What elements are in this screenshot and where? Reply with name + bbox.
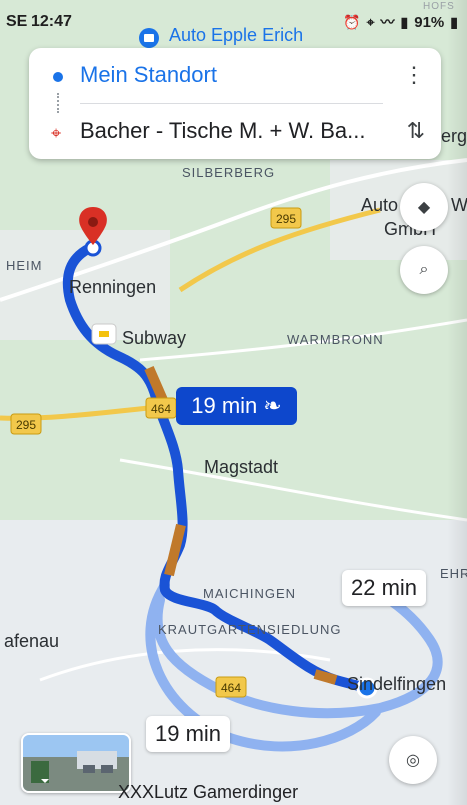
- road-label: 295: [276, 212, 296, 226]
- screen-edge: [447, 0, 467, 805]
- main-route-time: 19 min: [191, 393, 258, 418]
- place-label-subway[interactable]: Subway: [122, 328, 186, 348]
- wifi-icon: 〰: [380, 14, 395, 30]
- place-label-renningen: Renningen: [69, 277, 156, 297]
- layers-icon: ◆: [417, 199, 431, 216]
- subway-logo-icon: [99, 331, 109, 337]
- alarm-icon: ⏰: [343, 13, 361, 30]
- destination-pin-icon: ⌖: [51, 123, 62, 143]
- directions-card[interactable]: Mein Standort ⌖ Bacher - Tische M. + W. …: [29, 48, 441, 159]
- connector-dots: [57, 93, 61, 113]
- location-status-icon: ⌖: [366, 13, 375, 30]
- status-icons: ⏰ ⌖ 〰 ▮ 91% ▮: [343, 12, 458, 32]
- place-label-magstadt: Magstadt: [204, 457, 278, 477]
- divider: [80, 103, 383, 104]
- battery-text: 91%: [414, 13, 445, 31]
- road-label: 295: [16, 418, 36, 432]
- bottom-place-label: XXXLutz Gamerdinger: [118, 782, 299, 802]
- street-view-thumbnail[interactable]: [21, 733, 131, 793]
- destination-input[interactable]: Bacher - Tische M. + W. Ba...: [80, 118, 400, 144]
- place-label-warmbronn: WARMBRONN: [287, 332, 384, 347]
- origin-dot-icon: [53, 72, 63, 82]
- road-label: 464: [221, 681, 241, 695]
- eco-leaf-icon: ❧: [263, 393, 282, 418]
- locate-button[interactable]: ◎: [389, 736, 437, 784]
- place-label-silberberg: SILBERBERG: [182, 165, 275, 180]
- my-location-icon: ◎: [406, 752, 420, 769]
- place-label-heim: HEIM: [6, 258, 43, 273]
- status-left-clip: SE: [6, 13, 28, 30]
- place-label-afenau: afenau: [4, 631, 59, 651]
- road-label: 464: [151, 402, 171, 416]
- alt-route-duration-2[interactable]: 19 min: [146, 716, 231, 752]
- search-button[interactable]: ⌕: [400, 246, 448, 294]
- main-route-duration[interactable]: 19 min ❧: [176, 387, 297, 425]
- swap-vert-icon[interactable]: ⇅: [407, 118, 425, 144]
- place-label-auto: Auto: [361, 195, 398, 215]
- status-bar: SE 12:47 ⏰ ⌖ 〰 ▮ 91% ▮: [0, 0, 467, 40]
- layers-button[interactable]: ◆: [400, 183, 448, 231]
- search-icon: ⌕: [419, 261, 429, 278]
- more-vert-icon[interactable]: ⋮: [403, 64, 425, 86]
- signal-icon: ▮: [400, 13, 409, 30]
- place-label-maichingen: MAICHINGEN: [203, 586, 296, 601]
- alt-route-duration-1[interactable]: 22 min: [342, 570, 427, 606]
- origin-input[interactable]: Mein Standort: [80, 62, 217, 88]
- place-label-krautgartensiedlung: KRAUTGARTENSIEDLUNG: [158, 622, 341, 637]
- status-time: 12:47: [31, 13, 72, 30]
- place-label-sindelfingen: Sindelfingen: [347, 674, 446, 694]
- traffic-segment: [313, 669, 338, 685]
- street-view-image: [23, 735, 129, 791]
